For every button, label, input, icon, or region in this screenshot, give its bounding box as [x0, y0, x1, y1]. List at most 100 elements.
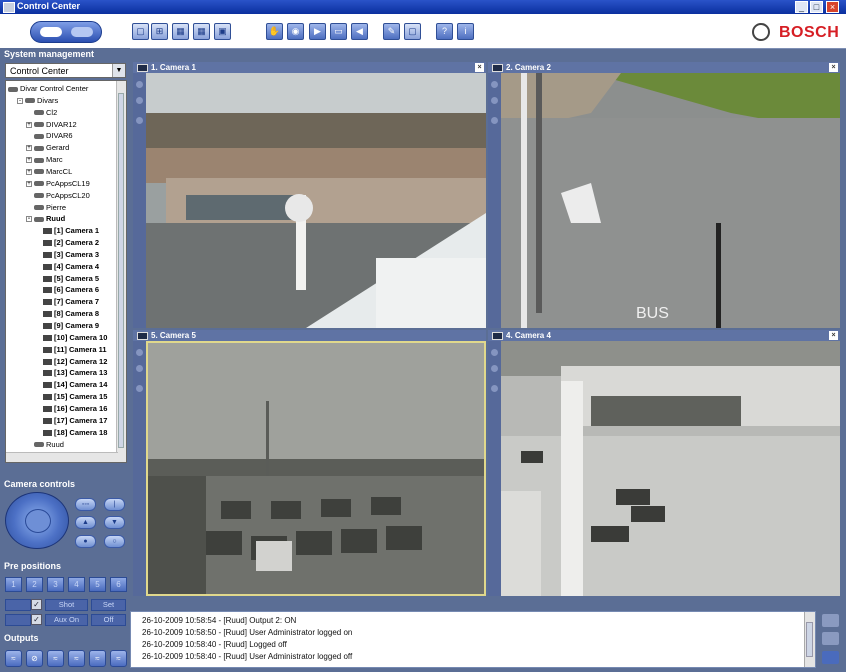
- iris-close-button[interactable]: ○: [104, 535, 125, 548]
- pane-tool-icon[interactable]: [491, 365, 498, 372]
- layout-custom-icon[interactable]: ▣: [214, 23, 231, 40]
- set-button[interactable]: Set: [91, 599, 126, 611]
- output-6-button[interactable]: ≈: [110, 650, 127, 667]
- tree-camera-item[interactable]: [4] Camera 4: [35, 261, 99, 272]
- tree-item[interactable]: DIVAR6: [26, 130, 73, 141]
- tree-camera-item[interactable]: [3] Camera 3: [35, 249, 99, 260]
- tree-item[interactable]: - Divars: [17, 95, 58, 106]
- tree-horizontal-scrollbar[interactable]: [6, 452, 118, 462]
- preset-2-button[interactable]: 2: [26, 577, 43, 592]
- snapshot-icon[interactable]: ◉: [287, 23, 304, 40]
- iris-open-button[interactable]: ●: [75, 535, 96, 548]
- system-dropdown[interactable]: Control Center ▼: [5, 63, 126, 78]
- preset-check[interactable]: ✓: [31, 599, 42, 610]
- tree-camera-item[interactable]: [17] Camera 17: [35, 415, 107, 426]
- tree-item[interactable]: PcAppsCL20: [26, 190, 90, 201]
- preset-3-button[interactable]: 3: [47, 577, 64, 592]
- preset-1-button[interactable]: 1: [5, 577, 22, 592]
- chevron-down-icon[interactable]: ▼: [112, 64, 125, 77]
- minimize-button[interactable]: _: [795, 1, 808, 13]
- camera-1-video[interactable]: [146, 73, 486, 328]
- help-icon[interactable]: ?: [436, 23, 453, 40]
- pane-tool-icon[interactable]: [136, 365, 143, 372]
- pane-tool-icon[interactable]: [136, 81, 143, 88]
- pane-tool-icon[interactable]: [136, 385, 143, 392]
- pane-tool-icon[interactable]: [491, 81, 498, 88]
- ptz-joystick[interactable]: [5, 492, 69, 549]
- tree-item[interactable]: Ruud: [26, 439, 64, 450]
- maximize-button[interactable]: □: [810, 1, 823, 13]
- tree-vertical-scrollbar[interactable]: [116, 81, 126, 462]
- tree-camera-item[interactable]: [5] Camera 5: [35, 273, 99, 284]
- tree-camera-item[interactable]: [15] Camera 15: [35, 391, 107, 402]
- collapse-icon[interactable]: -: [26, 216, 32, 223]
- preset-6-button[interactable]: 6: [110, 577, 127, 592]
- collapse-icon[interactable]: -: [17, 97, 23, 104]
- expand-icon[interactable]: +: [26, 121, 32, 128]
- shot-button[interactable]: Shot: [45, 599, 88, 611]
- tree-item[interactable]: + DIVAR12: [26, 119, 77, 130]
- zoom-out-button[interactable]: |: [104, 498, 125, 511]
- view-mode-toggle[interactable]: [30, 21, 102, 43]
- pane-tool-icon[interactable]: [491, 117, 498, 124]
- preset-4-button[interactable]: 4: [68, 577, 85, 592]
- aux-off-button[interactable]: Off: [91, 614, 126, 626]
- aux-on-button[interactable]: Aux On: [45, 614, 88, 626]
- expand-icon[interactable]: +: [26, 168, 32, 175]
- tree-item[interactable]: + MarcCL: [26, 166, 72, 177]
- preset-5-button[interactable]: 5: [89, 577, 106, 592]
- camera-pane-2[interactable]: 2. Camera 2 × BUS: [488, 62, 840, 328]
- record-icon[interactable]: ▭: [330, 23, 347, 40]
- camera-4-video[interactable]: [501, 341, 840, 596]
- tree-camera-item[interactable]: [10] Camera 10: [35, 332, 107, 343]
- tree-item[interactable]: Pierre: [26, 202, 66, 213]
- pane-tool-icon[interactable]: [136, 97, 143, 104]
- output-4-button[interactable]: ≈: [68, 650, 85, 667]
- event-log[interactable]: 26-10-2009 10:58:54 - [Ruud] Output 2: O…: [130, 611, 816, 668]
- tree-camera-item[interactable]: [9] Camera 9: [35, 320, 99, 331]
- tree-item[interactable]: Cl2: [26, 107, 57, 118]
- log-scrollbar[interactable]: [804, 612, 815, 667]
- tree-camera-item[interactable]: [13] Camera 13: [35, 367, 107, 378]
- camera-2-video[interactable]: BUS: [501, 73, 840, 328]
- info-icon[interactable]: i: [457, 23, 474, 40]
- layout-1x1-icon[interactable]: ▢: [132, 23, 149, 40]
- expand-icon[interactable]: +: [26, 145, 32, 152]
- tree-camera-item[interactable]: [6] Camera 6: [35, 284, 99, 295]
- tree-item[interactable]: + Marc: [26, 154, 63, 165]
- layout-2x2-icon[interactable]: ⊞: [151, 23, 168, 40]
- close-icon[interactable]: ×: [829, 331, 838, 340]
- log-settings-icon[interactable]: [822, 614, 839, 627]
- tree-camera-item[interactable]: [2] Camera 2: [35, 237, 99, 248]
- log-filter-icon[interactable]: [822, 632, 839, 645]
- preset-number-field[interactable]: [5, 599, 31, 611]
- output-3-button[interactable]: ≈: [47, 650, 64, 667]
- tree-camera-item[interactable]: [8] Camera 8: [35, 308, 99, 319]
- focus-out-button[interactable]: ▼: [104, 516, 125, 529]
- camera-pane-1[interactable]: 1. Camera 1 ×: [133, 62, 486, 328]
- tree-item[interactable]: + Gerard: [26, 142, 69, 153]
- close-button[interactable]: ×: [826, 1, 839, 13]
- output-5-button[interactable]: ≈: [89, 650, 106, 667]
- log-scroll-thumb[interactable]: [806, 622, 813, 657]
- focus-button[interactable]: ▲: [75, 516, 96, 529]
- pane-tool-icon[interactable]: [491, 385, 498, 392]
- tree-camera-item[interactable]: [12] Camera 12: [35, 356, 107, 367]
- tree-item[interactable]: Divar Control Center: [8, 83, 88, 94]
- zoom-button[interactable]: ◦◦◦: [75, 498, 96, 511]
- device-tree[interactable]: Divar Control Center - Divars Cl2 + DIVAR12 DI…: [5, 80, 127, 463]
- pane-tool-icon[interactable]: [491, 349, 498, 356]
- close-icon[interactable]: ×: [829, 63, 838, 72]
- log-clear-icon[interactable]: [822, 651, 839, 664]
- tree-camera-item[interactable]: [14] Camera 14: [35, 379, 107, 390]
- tree-camera-item[interactable]: [11] Camera 11: [35, 344, 107, 355]
- camera-5-video[interactable]: [146, 341, 486, 596]
- playback-icon[interactable]: ▶: [309, 23, 326, 40]
- audio-icon[interactable]: ◀: [351, 23, 368, 40]
- tree-item[interactable]: - Ruud: [26, 213, 65, 224]
- layout-3x3-icon[interactable]: ▦: [172, 23, 189, 40]
- hand-tool-icon[interactable]: ✋: [266, 23, 283, 40]
- tree-camera-item[interactable]: [1] Camera 1: [35, 225, 99, 236]
- camera-pane-4[interactable]: 4. Camera 4 ×: [488, 330, 840, 596]
- tree-camera-item[interactable]: [18] Camera 18: [35, 427, 107, 438]
